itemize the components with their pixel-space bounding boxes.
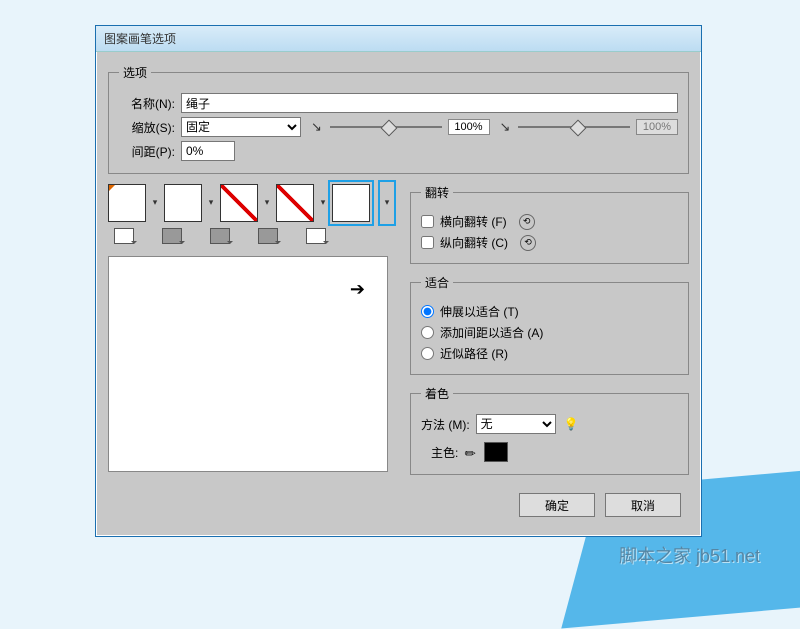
group-colorize-legend: 着色 [421,385,453,402]
group-fit-legend: 适合 [421,274,453,291]
tile-start-menu[interactable]: ▾ [318,184,328,220]
dialog-title: 图案画笔选项 [96,26,701,52]
scale-slider[interactable] [330,120,442,134]
tile-start[interactable] [276,184,314,222]
tile-hint-outer-icon [162,228,182,244]
scale-value[interactable]: 100% [448,119,490,135]
tile-outer-menu[interactable]: ▾ [206,184,216,220]
tile-hint-end-icon [306,228,326,244]
tile-hint-inner-icon [210,228,230,244]
method-select[interactable]: 无 [476,414,556,434]
brush-preview: ➔ [108,256,388,472]
arrow-icon: ➔ [350,279,365,300]
tile-inner-menu[interactable]: ▾ [262,184,272,220]
fit-approx-label: 近似路径 (R) [440,345,508,362]
fit-stretch-radio[interactable] [421,305,434,318]
anchor-right-icon: ↘ [500,119,511,135]
tile-end[interactable] [332,184,370,222]
eyedropper-icon[interactable] [461,442,481,462]
fit-space-radio[interactable] [421,326,434,339]
fit-stretch-label: 伸展以适合 (T) [440,303,519,320]
scale-slider-2 [518,120,630,134]
tile-hint-side-icon [114,228,134,244]
tile-inner-corner[interactable] [220,184,258,222]
flip-h-label: 横向翻转 (F) [440,213,507,230]
scale-value-2: 100% [636,119,678,135]
method-label: 方法 (M): [421,416,470,433]
tile-side[interactable] [108,184,146,222]
anchor-left-icon: ↘ [311,119,322,135]
flip-v-checkbox[interactable] [421,236,434,249]
cancel-button[interactable]: 取消 [605,493,681,517]
tip-icon[interactable]: 💡 [564,417,579,431]
group-flip: 翻转 横向翻转 (F) ⟲ 纵向翻转 (C) ⟲ [410,184,689,264]
spacing-input[interactable] [181,141,235,161]
flip-v-icon: ⟲ [520,235,536,251]
tile-side-menu[interactable]: ▾ [150,184,160,220]
tile-row: ▾ ▾ ▾ ▾ ▾ [108,184,398,222]
flip-h-checkbox[interactable] [421,215,434,228]
watermark: 脚本之家 jb51.net [619,542,760,568]
tile-end-menu[interactable]: ▾ [382,184,392,220]
group-fit: 适合 伸展以适合 (T) 添加间距以适合 (A) 近似路径 (R) [410,274,689,375]
flip-v-label: 纵向翻转 (C) [440,234,508,251]
tile-end-highlight [328,180,374,226]
spacing-label: 间距(P): [119,143,175,160]
name-label: 名称(N): [119,95,175,112]
fit-approx-radio[interactable] [421,347,434,360]
flip-h-icon: ⟲ [519,214,535,230]
scale-mode-select[interactable]: 固定 [181,117,301,137]
dialog-pattern-brush-options: 图案画笔选项 选项 名称(N): 缩放(S): 固定 ↘ 100% ↘ 100% [95,25,702,537]
name-input[interactable] [181,93,678,113]
group-colorize: 着色 方法 (M): 无 💡 主色: [410,385,689,475]
scale-label: 缩放(S): [119,119,175,136]
fit-space-label: 添加间距以适合 (A) [440,324,543,341]
group-options-legend: 选项 [119,64,151,81]
keycolor-swatch[interactable] [484,442,508,462]
keycolor-label: 主色: [431,444,458,461]
group-options: 选项 名称(N): 缩放(S): 固定 ↘ 100% ↘ 100% 间距(P): [108,64,689,174]
group-flip-legend: 翻转 [421,184,453,201]
ok-button[interactable]: 确定 [519,493,595,517]
tile-outer-corner[interactable] [164,184,202,222]
tile-hint-start-icon [258,228,278,244]
